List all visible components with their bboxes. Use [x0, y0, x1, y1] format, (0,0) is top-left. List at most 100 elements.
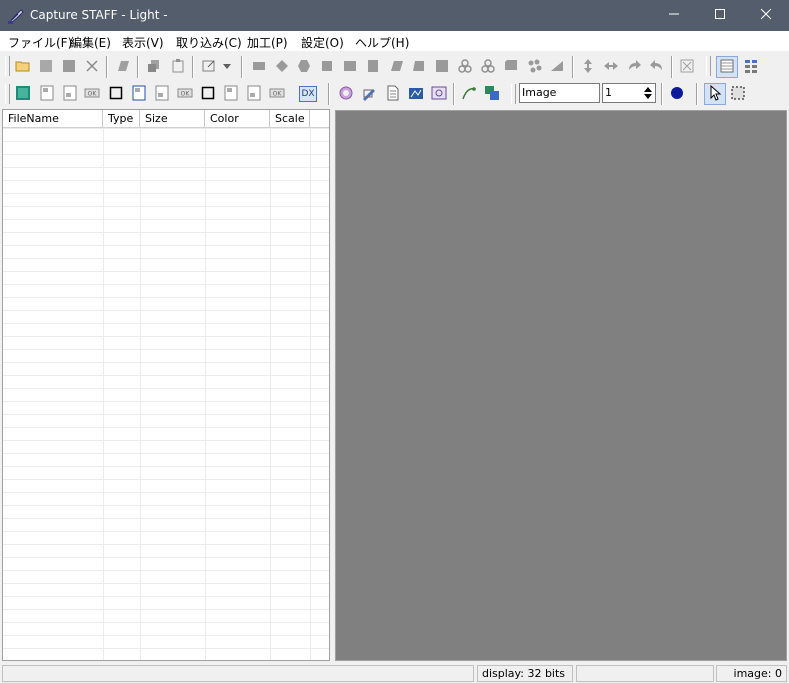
save-all-button[interactable] [59, 57, 79, 77]
close-button[interactable] [743, 0, 789, 31]
layers-button[interactable] [482, 84, 502, 104]
curve-button[interactable] [459, 84, 479, 104]
flip-horizontal-button[interactable] [601, 57, 621, 77]
menu-capture[interactable]: 取り込み(C) [176, 34, 242, 51]
ok-frame-a-button[interactable]: OK [82, 84, 102, 104]
full-screen-button[interactable] [432, 57, 452, 77]
column-header-type[interactable]: Type [103, 110, 140, 127]
menu-edit[interactable]: 編集(E) [70, 34, 111, 51]
image-frame-button[interactable] [429, 84, 449, 104]
flip-vertical-button[interactable] [578, 57, 598, 77]
menu-process[interactable]: 加工(P) [247, 34, 288, 51]
frame-c-icon [131, 85, 147, 104]
image-preview-pane[interactable] [335, 110, 787, 661]
print-button[interactable] [113, 57, 133, 77]
close-icon [760, 8, 772, 23]
parallelogram-button[interactable] [387, 57, 407, 77]
frame-b-button[interactable] [60, 84, 80, 104]
menu-capture-button[interactable] [363, 57, 383, 77]
pointer-icon [707, 84, 723, 104]
list-view-icon [719, 58, 735, 77]
edit-button[interactable] [199, 57, 219, 77]
column-header-scale[interactable]: Scale [270, 110, 310, 127]
toolbar-grip[interactable] [706, 56, 711, 76]
count-spinner[interactable]: 1 [602, 83, 656, 103]
circle-fill-button[interactable] [667, 84, 687, 104]
toolbar-separator [241, 56, 243, 78]
dx-button[interactable]: DX [298, 84, 318, 104]
list-view-button[interactable] [716, 56, 738, 78]
save-button[interactable] [36, 57, 56, 77]
status-image-count: image: 0 [716, 665, 787, 682]
document-button[interactable] [383, 84, 403, 104]
edit-dropdown-button[interactable] [220, 57, 234, 77]
column-header-size[interactable]: Size [140, 110, 205, 127]
frame-d-button[interactable] [152, 84, 172, 104]
menu-capture-icon [365, 58, 381, 77]
frame-e-icon [223, 85, 239, 104]
column-header-filename[interactable]: FileName [3, 110, 103, 127]
window-capture-icon [319, 58, 335, 77]
toolbar-separator [671, 56, 673, 78]
dx-icon: DX [299, 86, 317, 102]
detail-view-button[interactable] [741, 57, 761, 77]
type-combo[interactable]: Image [519, 83, 600, 103]
hexagon-capture-button[interactable] [294, 57, 314, 77]
frame-a-button[interactable] [37, 84, 57, 104]
frame-c-button[interactable] [129, 84, 149, 104]
menu-help[interactable]: ヘルプ(H) [355, 34, 409, 51]
menu-settings[interactable]: 設定(O) [301, 34, 344, 51]
maximize-button[interactable] [697, 0, 743, 31]
triangle-button[interactable] [547, 57, 567, 77]
menu-file[interactable]: ファイル(F) [8, 34, 72, 51]
menu-view[interactable]: 表示(V) [122, 34, 164, 51]
status-bar: display: 32 bits image: 0 [0, 663, 789, 683]
minimize-icon [668, 8, 680, 23]
spinner-arrows-icon[interactable] [642, 85, 654, 101]
pen-tool-button[interactable] [359, 84, 379, 104]
rotate-left-button[interactable] [624, 57, 644, 77]
toolbar-grip[interactable] [5, 56, 10, 76]
full-screen-icon [434, 58, 450, 77]
image-edit-button[interactable] [406, 84, 426, 104]
pointer-button[interactable] [704, 83, 726, 105]
toolbar-separator [328, 83, 330, 105]
ring-icon [457, 58, 473, 77]
svg-text:OK: OK [181, 90, 191, 97]
rotate-right-button[interactable] [647, 57, 667, 77]
settings-button[interactable] [336, 84, 356, 104]
trapezoid-button[interactable] [409, 57, 429, 77]
scatter-button[interactable] [525, 57, 545, 77]
minimize-button[interactable] [651, 0, 697, 31]
frame-b-icon [62, 85, 78, 104]
toolbar-separator [661, 83, 663, 105]
file-list[interactable]: FileName Type Size Color Scale [2, 109, 330, 661]
ok-frame-c-button[interactable]: OK [267, 84, 287, 104]
copy-button[interactable] [144, 57, 164, 77]
marquee-select-button[interactable] [728, 84, 748, 104]
stack-button[interactable] [501, 57, 521, 77]
frame-f-button[interactable] [244, 84, 264, 104]
toolbar-grip[interactable] [5, 84, 10, 104]
status-message [2, 665, 474, 682]
file-list-rows[interactable] [3, 128, 329, 660]
frame-f-icon [246, 85, 262, 104]
image-frame-icon [431, 85, 447, 104]
toolbar-grip[interactable] [511, 84, 516, 104]
ring-outline-button[interactable] [478, 57, 498, 77]
delete-button[interactable] [82, 57, 102, 77]
frame-e-button[interactable] [221, 84, 241, 104]
open-button[interactable] [13, 57, 33, 77]
ok-frame-b-button[interactable]: OK [175, 84, 195, 104]
ring-button[interactable] [455, 57, 475, 77]
border-a-button[interactable] [106, 84, 126, 104]
circle-capture-button[interactable] [272, 57, 292, 77]
fit-button[interactable] [677, 57, 697, 77]
paste-button[interactable] [168, 57, 188, 77]
client-capture-button[interactable] [340, 57, 360, 77]
color-button[interactable] [13, 84, 33, 104]
window-capture-button[interactable] [317, 57, 337, 77]
border-b-button[interactable] [198, 84, 218, 104]
rect-capture-button[interactable] [249, 57, 269, 77]
column-header-color[interactable]: Color [205, 110, 270, 127]
